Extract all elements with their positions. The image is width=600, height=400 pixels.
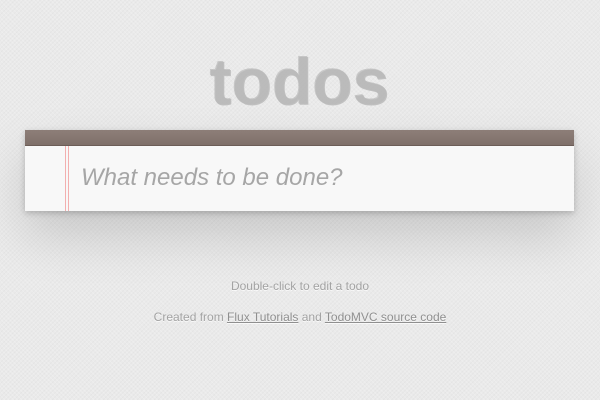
flux-tutorials-link[interactable]: Flux Tutorials (227, 310, 298, 324)
credits-middle: and (301, 310, 322, 324)
notebook-margin-line (65, 146, 66, 211)
todo-card (25, 130, 574, 211)
credits: Created from Flux Tutorials and TodoMVC … (0, 310, 600, 324)
edit-hint: Double-click to edit a todo (230, 279, 370, 293)
notebook-margin-line (68, 146, 69, 211)
app-title: todos (210, 45, 390, 119)
new-todo-input[interactable] (81, 146, 561, 209)
todomvc-source-link[interactable]: TodoMVC source code (325, 310, 446, 324)
card-header-bar (25, 130, 574, 146)
credits-prefix: Created from (153, 310, 224, 324)
